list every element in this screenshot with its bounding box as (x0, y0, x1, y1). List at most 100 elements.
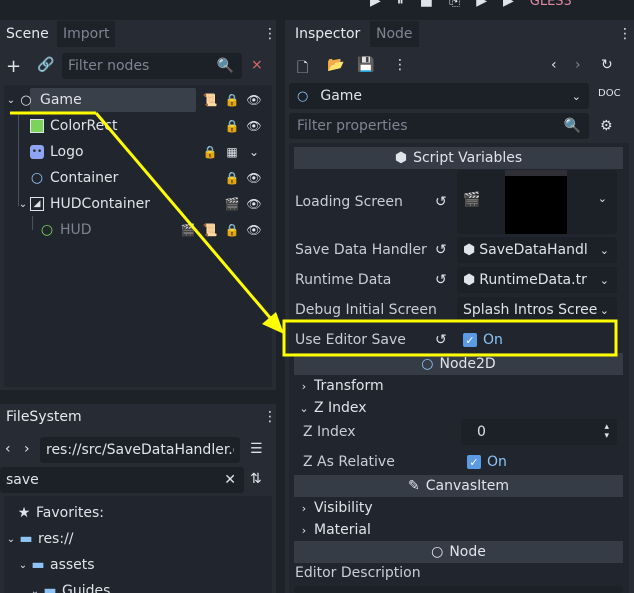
checkbox-checked-icon[interactable]: ✓ (467, 455, 481, 469)
visibility-group[interactable]: › Visibility (294, 497, 623, 519)
use-editor-save-toggle[interactable]: ✓ On (457, 327, 617, 353)
play-controls: ▶ ⏸ ■ ⎘ ▶ ▶ GLES3 (370, 0, 634, 9)
tree-node-hudcontainer[interactable]: ⌄ ◢ HUDContainer 🎬 👁 (16, 192, 272, 216)
dock-menu-icon[interactable]: ⋮ (618, 26, 632, 42)
sort-icon[interactable]: ⇅ (250, 471, 262, 487)
new-resource-icon[interactable]: 🗋 (297, 57, 308, 81)
save-data-handler-resource[interactable]: ⬢ SaveDataHandl ⌄ (457, 237, 617, 263)
path-field[interactable]: res://src/SaveDataHandler.g (40, 437, 240, 463)
play-custom-icon[interactable]: ▶ (503, 0, 514, 9)
filter-properties-input[interactable]: Filter properties 🔍 (289, 113, 589, 139)
history-icon[interactable]: ↻ (601, 57, 613, 73)
tree-node-game[interactable]: ⌄ ○ Game 📜 🔒 👁 (4, 88, 272, 112)
instance-scene-icon[interactable]: 🔗 (37, 57, 54, 73)
chevron-right-icon: › (301, 379, 307, 393)
hidden-visibility-icon[interactable]: ⌄ (246, 144, 262, 160)
z-as-relative-toggle[interactable]: ✓ On (461, 449, 617, 475)
revert-icon[interactable]: ↺ (435, 332, 447, 348)
lock-icon[interactable]: 🔒 (224, 92, 240, 108)
history-forward-icon[interactable]: › (575, 57, 581, 73)
visibility-icon[interactable]: 👁 (246, 196, 262, 212)
editor-description-field[interactable] (294, 586, 623, 593)
visibility-icon[interactable]: 👁 (246, 222, 262, 238)
lock-icon[interactable]: 🔒 (224, 222, 240, 238)
file-item-assets[interactable]: ⌄ ▬ assets (16, 553, 95, 577)
tree-node-hud[interactable]: ○ HUD 🎬 📜 🔒 👁 (40, 218, 272, 242)
tab-import[interactable]: Import (57, 21, 116, 47)
pause-icon[interactable]: ⏸ (397, 0, 404, 9)
tab-inspector[interactable]: Inspector (289, 21, 367, 47)
file-item-guides[interactable]: ⌄ ▬ Guides (28, 579, 111, 593)
tree-node-colorrect[interactable]: ColorRect 🔒 👁 (30, 114, 272, 138)
tab-node[interactable]: Node (370, 21, 419, 47)
visibility-icon[interactable]: 👁 (246, 92, 262, 108)
property-tools-icon[interactable]: ⚙ (600, 118, 613, 134)
z-index-group[interactable]: ⌄ Z Index (294, 397, 623, 419)
tree-guide-line (18, 112, 19, 206)
transform-group[interactable]: › Transform (294, 375, 623, 397)
dock-menu-icon[interactable]: ⋮ (263, 409, 277, 425)
node-header[interactable]: ○ Node (294, 541, 623, 563)
chevron-down-icon[interactable]: ⌄ (28, 586, 42, 593)
forward-icon[interactable]: › (24, 441, 30, 457)
add-node-icon[interactable]: + (6, 56, 21, 77)
remote-icon[interactable]: ⎘ (449, 0, 460, 9)
z-index-spinbox[interactable]: 0 ▴ ▾ (461, 419, 617, 445)
lock-icon[interactable]: 🔒 (224, 170, 240, 186)
more-icon[interactable]: ⋮ (393, 57, 407, 73)
lock-icon[interactable]: 🔒 (202, 144, 218, 160)
clear-icon[interactable]: ✕ (224, 472, 236, 488)
canvasitem-header[interactable]: ✎ CanvasItem (294, 475, 623, 497)
stop-icon[interactable]: ■ (420, 0, 433, 9)
spinner-icon[interactable]: ▴ ▾ (604, 423, 609, 441)
tree-node-container[interactable]: ○ Container 🔒 👁 (30, 166, 272, 190)
clapper-icon[interactable]: 🎬 (180, 222, 196, 238)
revert-icon[interactable]: ↺ (435, 242, 447, 258)
prop-loading-screen: Loading Screen ↺ 🎬 ⌄ (289, 170, 623, 234)
script-variables-header[interactable]: ⬢ Script Variables (294, 147, 623, 169)
tab-scene[interactable]: Scene (0, 21, 55, 47)
script-filter-icon[interactable]: ⨯ (251, 57, 263, 73)
chevron-down-icon[interactable]: ⌄ (16, 560, 30, 571)
search-icon: 🔍 (216, 58, 234, 74)
chevron-down-icon[interactable]: ⌄ (4, 534, 18, 545)
file-search-input[interactable]: save ✕ (0, 467, 244, 493)
back-icon[interactable]: ‹ (5, 441, 11, 457)
file-item-res[interactable]: ⌄ ▬ res:// (4, 527, 74, 551)
object-selector[interactable]: ○ Game ⌄ (289, 83, 589, 109)
brush-icon: ✎ (408, 478, 420, 494)
visibility-icon[interactable]: 👁 (246, 170, 262, 186)
loading-screen-resource[interactable]: 🎬 ⌄ (457, 170, 617, 234)
material-group[interactable]: › Material (294, 519, 623, 541)
revert-icon[interactable]: ↺ (435, 272, 447, 288)
lock-icon[interactable]: 🔒 (224, 118, 240, 134)
open-folder-icon[interactable]: 📂 (327, 57, 344, 73)
chevron-down-icon: ⌄ (571, 89, 581, 103)
doc-icon[interactable]: DOC (598, 88, 621, 99)
dock-menu-icon[interactable]: ⋮ (263, 26, 277, 42)
tab-filesystem[interactable]: FileSystem (0, 404, 88, 430)
history-back-icon[interactable]: ‹ (551, 57, 557, 73)
chevron-down-icon[interactable]: ⌄ (4, 95, 18, 106)
checkbox-checked-icon[interactable]: ✓ (463, 333, 477, 347)
play-scene-icon[interactable]: ▶ (476, 0, 487, 9)
clapper-icon[interactable]: 🎬 (224, 196, 240, 212)
script-icon[interactable]: 📜 (202, 92, 218, 108)
visibility-icon[interactable]: 👁 (246, 118, 262, 134)
file-item-favorites[interactable]: ★ Favorites: (16, 501, 104, 525)
group-icon[interactable]: ▦ (224, 144, 240, 160)
tree-node-logo[interactable]: •• Logo 🔒 ▦ ⌄ (30, 140, 272, 164)
renderer-label[interactable]: GLES3 (530, 0, 572, 9)
editor-description-label: Editor Description (295, 565, 421, 581)
save-icon[interactable]: 💾 (357, 57, 374, 73)
play-icon[interactable]: ▶ (370, 0, 381, 9)
runtime-data-resource[interactable]: ⬢ RuntimeData.tr ⌄ (457, 267, 617, 293)
debug-initial-screen-select[interactable]: Splash Intros Scree ⌄ (457, 297, 617, 323)
prop-use-editor-save: Use Editor Save ↺ ✓ On (289, 325, 623, 355)
revert-icon[interactable]: ↺ (435, 194, 447, 210)
chevron-down-icon: ⌄ (599, 303, 609, 317)
split-view-icon[interactable]: ☰ (250, 441, 263, 457)
filter-nodes-input[interactable]: Filter nodes 🔍 (62, 53, 242, 79)
node2d-header[interactable]: ○ Node2D (294, 353, 623, 375)
script-icon[interactable]: 📜 (202, 222, 218, 238)
